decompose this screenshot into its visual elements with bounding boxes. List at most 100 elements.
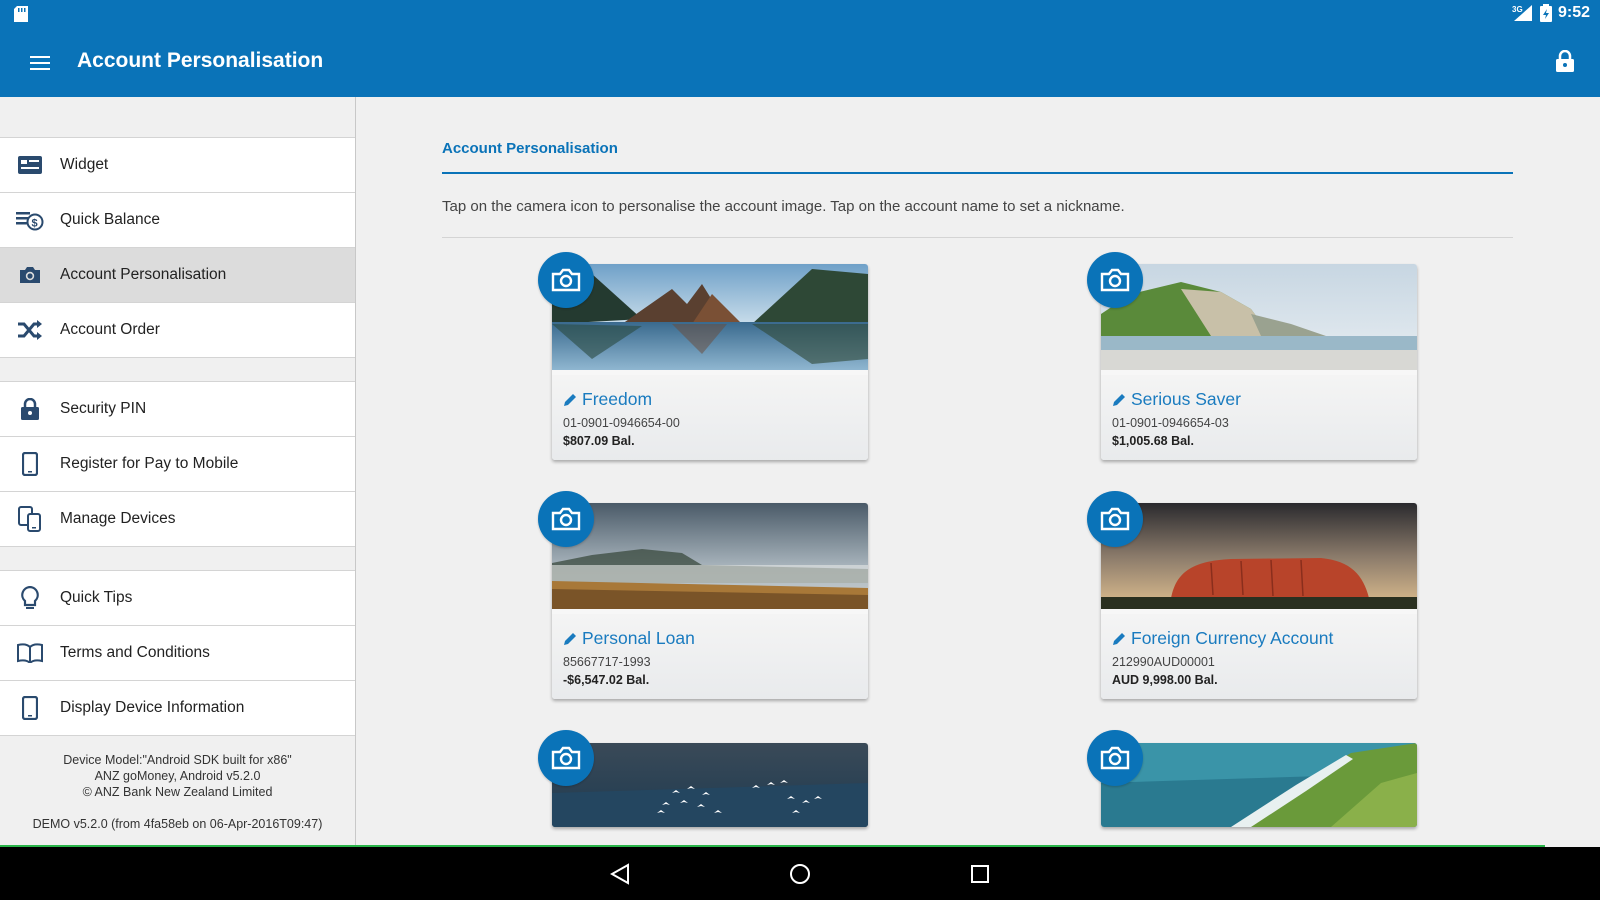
sidebar-item-account-personalisation[interactable]: Account Personalisation	[0, 248, 355, 303]
instructions-divider	[442, 237, 1513, 238]
recents-button[interactable]	[965, 859, 995, 889]
main-content: Account Personalisation Tap on the camer…	[357, 97, 1600, 845]
sidebar-item-label: Manage Devices	[60, 510, 176, 527]
home-button[interactable]	[785, 859, 815, 889]
account-image-misty-beach	[552, 503, 868, 609]
account-name: Foreign Currency Account	[1131, 628, 1334, 648]
camera-icon	[1100, 268, 1130, 292]
book-icon	[17, 643, 43, 663]
device-model-text: Device Model:"Android SDK built for x86"	[63, 753, 292, 767]
quick-balance-icon: $	[16, 212, 44, 231]
camera-icon	[551, 507, 581, 531]
account-balance: AUD 9,998.00 Bal.	[1112, 673, 1218, 687]
sidebar-item-register-pay-to-mobile[interactable]: Register for Pay to Mobile	[0, 437, 355, 492]
account-info: Foreign Currency Account 212990AUD00001 …	[1101, 614, 1417, 699]
account-image-green-coastline	[1101, 743, 1417, 827]
back-triangle-icon	[610, 863, 629, 885]
instructions-text: Tap on the camera icon to personalise th…	[442, 198, 1125, 215]
sidebar-item-quick-tips[interactable]: Quick Tips	[0, 571, 355, 626]
title-divider	[442, 172, 1513, 174]
lock-icon[interactable]	[1554, 50, 1576, 72]
account-card-partial-2[interactable]	[1101, 743, 1417, 827]
phone-icon	[22, 696, 38, 720]
account-number: 212990AUD00001	[1112, 655, 1215, 669]
sidebar-item-label: Account Order	[60, 321, 160, 338]
pencil-icon	[1113, 632, 1125, 645]
camera-icon	[1100, 507, 1130, 531]
sidebar-item-label: Widget	[60, 156, 109, 173]
sidebar-item-quick-balance[interactable]: $ Quick Balance	[0, 193, 355, 248]
camera-button[interactable]	[538, 730, 594, 786]
camera-button[interactable]	[538, 491, 594, 547]
battery-icon	[1539, 4, 1552, 22]
sidebar-item-manage-devices[interactable]: Manage Devices	[0, 492, 355, 547]
account-name-link[interactable]: Foreign Currency Account	[1112, 628, 1406, 649]
lightbulb-icon	[21, 586, 39, 609]
copyright-text: © ANZ Bank New Zealand Limited	[82, 785, 273, 799]
recents-square-icon	[971, 865, 989, 883]
shuffle-icon	[18, 320, 42, 340]
account-card-freedom[interactable]: Freedom 01-0901-0946654-00 $807.09 Bal.	[552, 264, 868, 460]
cell-signal-icon: 3G	[1512, 5, 1532, 21]
camera-icon	[551, 746, 581, 770]
camera-button[interactable]	[538, 252, 594, 308]
clock: 9:52	[1557, 4, 1590, 21]
devices-icon	[18, 506, 41, 532]
account-balance: $1,005.68 Bal.	[1112, 434, 1195, 448]
sidebar-item-display-device-info[interactable]: Display Device Information	[0, 681, 355, 736]
hamburger-menu-icon[interactable]	[26, 50, 56, 76]
sidebar-item-label: Quick Tips	[60, 589, 133, 606]
account-card-foreign-currency[interactable]: Foreign Currency Account 212990AUD00001 …	[1101, 503, 1417, 699]
account-name: Serious Saver	[1131, 389, 1241, 409]
account-image-birds-over-water	[552, 743, 868, 827]
device-info-footer: Device Model:"Android SDK built for x86"…	[0, 736, 355, 832]
account-image-uluru	[1101, 503, 1417, 609]
sidebar-item-label: Display Device Information	[60, 699, 245, 716]
camera-icon	[20, 267, 40, 283]
sidebar-item-label: Quick Balance	[60, 211, 160, 228]
account-card-personal-loan[interactable]: Personal Loan 85667717-1993 -$6,547.02 B…	[552, 503, 868, 699]
svg-text:$: $	[32, 218, 38, 230]
account-name-link[interactable]: Personal Loan	[563, 628, 857, 649]
pencil-icon	[564, 393, 576, 406]
sidebar-item-label: Register for Pay to Mobile	[60, 455, 239, 472]
account-card-serious-saver[interactable]: Serious Saver 01-0901-0946654-03 $1,005.…	[1101, 264, 1417, 460]
pencil-icon	[1113, 393, 1125, 406]
account-number: 01-0901-0946654-03	[1112, 416, 1229, 430]
account-name: Freedom	[582, 389, 653, 409]
nav-group-account: Widget $ Quick Balance Account Personali…	[0, 137, 355, 358]
camera-icon	[551, 268, 581, 292]
account-info: Serious Saver 01-0901-0946654-03 $1,005.…	[1101, 375, 1417, 460]
account-name-link[interactable]: Freedom	[563, 389, 857, 410]
camera-button[interactable]	[1087, 730, 1143, 786]
phone-icon	[22, 452, 38, 476]
account-balance: -$6,547.02 Bal.	[563, 673, 650, 687]
camera-button[interactable]	[1087, 491, 1143, 547]
nav-group-info: Quick Tips Terms and Conditions Display …	[0, 570, 355, 736]
widget-icon	[18, 156, 42, 174]
app-bar: 3G 9:52 Account Personalisation	[0, 0, 1600, 97]
page-title: Account Personalisation	[77, 49, 324, 72]
sidebar-item-terms-and-conditions[interactable]: Terms and Conditions	[0, 626, 355, 681]
account-card-partial-1[interactable]	[552, 743, 868, 827]
account-balance: $807.09 Bal.	[563, 434, 635, 448]
account-info: Freedom 01-0901-0946654-00 $807.09 Bal.	[552, 375, 868, 460]
build-info-text: DEMO v5.2.0 (from 4fa58eb on 06-Apr-2016…	[32, 817, 323, 831]
sidebar-item-label: Terms and Conditions	[60, 644, 210, 661]
sd-card-icon	[14, 6, 28, 22]
app-version-text: ANZ goMoney, Android v5.2.0	[94, 769, 261, 783]
nav-group-security: Security PIN Register for Pay to Mobile …	[0, 381, 355, 547]
sidebar-item-account-order[interactable]: Account Order	[0, 303, 355, 358]
section-title: Account Personalisation	[442, 140, 618, 157]
account-info: Personal Loan 85667717-1993 -$6,547.02 B…	[552, 614, 868, 699]
account-image-mountain-lake	[552, 264, 868, 370]
sidebar-item-security-pin[interactable]: Security PIN	[0, 382, 355, 437]
sidebar-item-label: Account Personalisation	[60, 266, 227, 283]
camera-button[interactable]	[1087, 252, 1143, 308]
home-circle-icon	[790, 864, 810, 884]
sidebar-item-widget[interactable]: Widget	[0, 138, 355, 193]
svg-text:3G: 3G	[1512, 5, 1523, 14]
account-number: 85667717-1993	[563, 655, 651, 669]
back-button[interactable]	[605, 859, 635, 889]
account-name-link[interactable]: Serious Saver	[1112, 389, 1406, 410]
